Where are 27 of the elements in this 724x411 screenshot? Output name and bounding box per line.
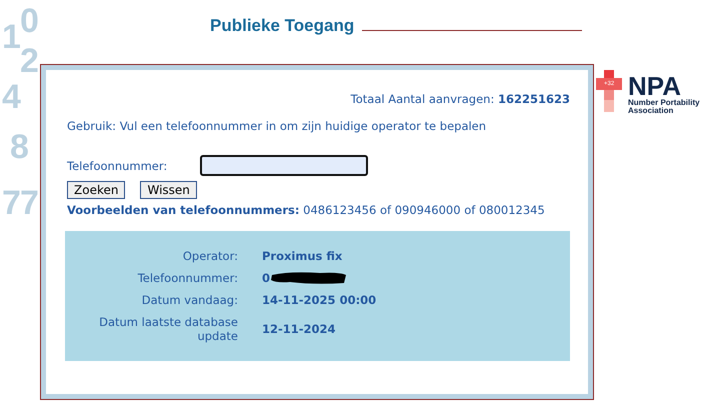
background-digit: 7 [20, 186, 39, 220]
examples-text: Voorbeelden van telefoonnummers: 0486123456 of 090946000 of 080012345 [67, 203, 546, 217]
background-digit: 1 [2, 20, 21, 54]
total-requests: Totaal Aantal aanvragen: 162251623 [350, 92, 570, 106]
logo-name: NPA [628, 72, 681, 99]
background-digit: 7 [2, 186, 21, 220]
phone-input-field[interactable] [200, 155, 368, 176]
field-label: Telefoonnummer: [67, 158, 168, 172]
result-label: Datum laatste database update [98, 315, 238, 343]
background-digit: 0 [20, 4, 39, 38]
clear-button[interactable]: Wissen [140, 181, 197, 199]
search-button[interactable]: Zoeken [67, 181, 126, 199]
usage-text: Gebruik: Vul een telefoonnummer in om zijn huidige operator te bepalen [67, 119, 488, 133]
cross-logo-icon [596, 70, 624, 114]
result-value: Proximus fix [262, 249, 342, 263]
result-value: 12-11-2024 [262, 322, 336, 336]
result-value: 0 [262, 271, 348, 285]
background-digit: 4 [2, 80, 21, 114]
background-digit: 8 [10, 130, 29, 164]
background-digit: 2 [20, 44, 39, 78]
result-label: Datum vandaag: [140, 293, 238, 307]
result-value: 14-11-2025 00:00 [262, 293, 376, 307]
logo-subtitle: Association [628, 107, 674, 116]
page-title: Publieke Toegang [210, 16, 354, 36]
result-label: Operator: [182, 249, 238, 263]
logo-subtitle: Number Portability [628, 98, 700, 107]
result-label: Telefoonnummer: [136, 271, 238, 285]
